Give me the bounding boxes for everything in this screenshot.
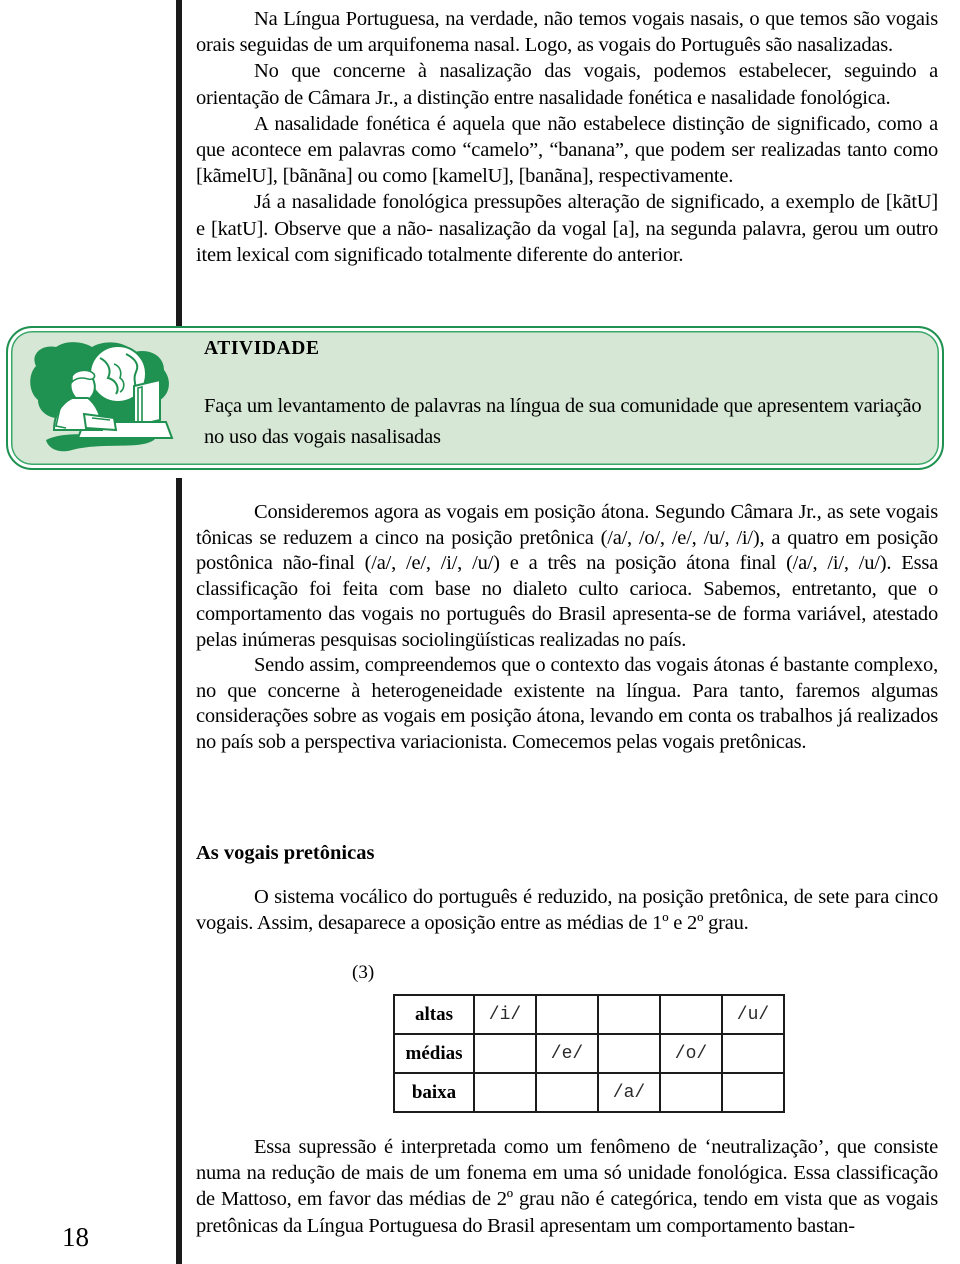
bottom-text-block: Essa supressão é interpretada como um fe… — [196, 1134, 938, 1239]
paragraph: No que concerne à nasalização das vogais… — [196, 60, 938, 109]
table-cell — [535, 1072, 599, 1113]
section-text-block: O sistema vocálico do português é reduzi… — [196, 884, 938, 936]
paragraph: A nasalidade fonética é aquela que não e… — [196, 112, 938, 188]
table-cell: /u/ — [721, 994, 785, 1035]
section-heading: As vogais pretônicas — [196, 842, 375, 864]
top-text-block: Na Língua Portuguesa, na verdade, não te… — [196, 6, 938, 268]
table-cell — [597, 1033, 661, 1074]
row-label: médias — [393, 1033, 475, 1074]
table-cell — [659, 1072, 723, 1113]
row-label: altas — [393, 994, 475, 1035]
page-number: 18 — [62, 1222, 89, 1252]
activity-text: Faça um levantamento de palavras na líng… — [204, 395, 922, 448]
table-cell: /o/ — [659, 1033, 723, 1074]
table-cell — [473, 1033, 537, 1074]
paragraph: Consideremos agora as vogais em posição … — [196, 501, 938, 651]
vowel-table: altas /i/ /u/ médias /e/ /o/ baixa /a/ — [393, 994, 785, 1113]
table-cell: /e/ — [535, 1033, 599, 1074]
table-row: médias /e/ /o/ — [393, 1033, 785, 1074]
computer-globe-illustration — [22, 336, 182, 462]
example-number: (3) — [352, 962, 375, 983]
paragraph: Essa supressão é interpretada como um fe… — [196, 1136, 938, 1237]
table-row: baixa /a/ — [393, 1072, 785, 1113]
column-rule-top — [176, 0, 182, 338]
table-row: altas /i/ /u/ — [393, 994, 785, 1035]
table-cell — [659, 994, 723, 1035]
middle-text-block: Consideremos agora as vogais em posição … — [196, 500, 938, 755]
paragraph: Já a nasalidade fonológica pressupões al… — [196, 191, 938, 266]
table-cell — [473, 1072, 537, 1113]
row-label: baixa — [393, 1072, 475, 1113]
paragraph: Na Língua Portuguesa, na verdade, não te… — [196, 8, 938, 57]
table-cell — [535, 994, 599, 1035]
table-cell — [721, 1033, 785, 1074]
paragraph: Sendo assim, compreendemos que o context… — [196, 654, 938, 753]
table-cell: /a/ — [597, 1072, 661, 1113]
table-cell — [721, 1072, 785, 1113]
activity-title: ATIVIDADE — [204, 338, 320, 359]
table-cell: /i/ — [473, 994, 537, 1035]
column-rule-bottom — [176, 478, 182, 1264]
table-cell — [597, 994, 661, 1035]
paragraph: O sistema vocálico do português é reduzi… — [196, 886, 938, 935]
